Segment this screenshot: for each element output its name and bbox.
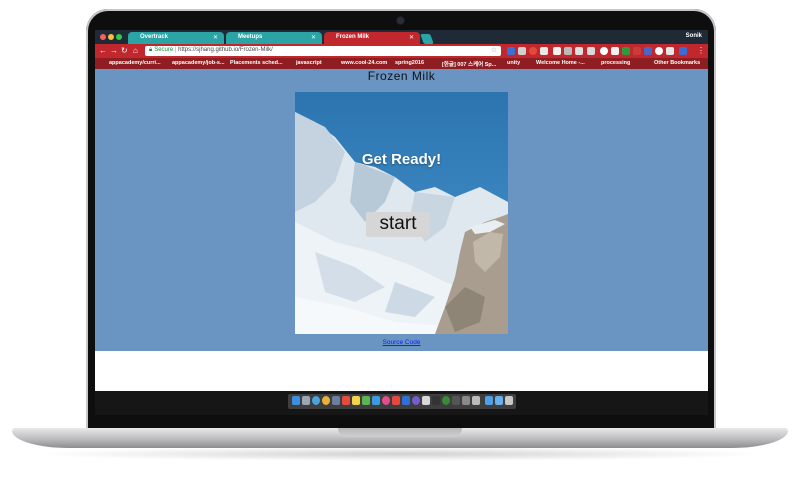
bookmark-item[interactable]: appacademy/job-s... xyxy=(172,60,225,66)
bookmark-folder[interactable]: unity xyxy=(507,60,520,66)
bookmark-star-icon[interactable]: ☆ xyxy=(491,46,497,54)
bookmark-folder[interactable]: javascript xyxy=(296,60,322,66)
trash-icon[interactable] xyxy=(505,396,513,405)
finder-icon[interactable] xyxy=(292,396,300,405)
extension-icon[interactable] xyxy=(655,47,663,55)
app-icon[interactable] xyxy=(442,396,450,405)
bookmark-item[interactable]: appacademy/curri... xyxy=(109,60,161,66)
screenshot-stage: Overtrack ✕ Meetups ✕ Frozen Milk ✕ Soni… xyxy=(0,0,800,484)
minimize-window-icon[interactable] xyxy=(108,34,114,40)
menu-icon[interactable]: ⋮ xyxy=(697,46,705,55)
extension-icon[interactable] xyxy=(644,47,652,55)
laptop-screen: Overtrack ✕ Meetups ✕ Frozen Milk ✕ Soni… xyxy=(95,30,708,415)
app-icon[interactable] xyxy=(412,396,420,405)
tab-label: Overtrack xyxy=(140,34,169,40)
extension-icon[interactable] xyxy=(622,47,630,55)
chrome-icon[interactable] xyxy=(322,396,330,405)
browser-toolbar: ← → ↻ ⌂ 🔒︎ Secure | https://sjhang.github… xyxy=(95,44,708,58)
notes-icon[interactable] xyxy=(352,396,360,405)
maximize-window-icon[interactable] xyxy=(116,34,122,40)
dock xyxy=(288,394,516,409)
secure-label: Secure xyxy=(154,47,174,53)
home-icon[interactable]: ⌂ xyxy=(133,46,138,55)
game-canvas[interactable]: Get Ready! start xyxy=(295,92,508,334)
app-icon[interactable] xyxy=(332,396,340,405)
app-icon[interactable] xyxy=(392,396,400,405)
lock-icon: 🔒︎ xyxy=(149,47,153,53)
extension-icon[interactable] xyxy=(679,47,687,55)
profile-name[interactable]: Sonik xyxy=(686,33,702,39)
safari-icon[interactable] xyxy=(312,396,320,405)
app-icon[interactable] xyxy=(462,396,470,405)
page-body: Frozen Milk Get Ready! start Source Code xyxy=(95,69,708,351)
extension-icon[interactable] xyxy=(518,47,526,55)
close-tab-icon[interactable]: ✕ xyxy=(213,34,218,41)
tab-label: Frozen Milk xyxy=(336,34,370,40)
messages-icon[interactable] xyxy=(362,396,370,405)
extension-icon[interactable] xyxy=(575,47,583,55)
browser-tabbar: Overtrack ✕ Meetups ✕ Frozen Milk ✕ Soni… xyxy=(95,30,708,44)
reload-icon[interactable]: ↻ xyxy=(121,46,128,55)
extension-icon[interactable] xyxy=(564,47,572,55)
photos-icon[interactable] xyxy=(382,396,390,405)
app-icon[interactable] xyxy=(372,396,380,405)
bookmark-item[interactable]: [한글] 007 스케어 Sp... xyxy=(442,60,496,68)
bookmark-item[interactable]: Welcome Home -... xyxy=(536,60,585,66)
extension-icon[interactable] xyxy=(507,47,515,55)
close-tab-icon[interactable]: ✕ xyxy=(311,34,316,41)
extension-icon[interactable] xyxy=(553,47,561,55)
extension-icon[interactable] xyxy=(529,47,537,55)
address-bar[interactable]: 🔒︎ Secure | https://sjhang.github.io/Froz… xyxy=(145,46,501,56)
app-icon[interactable] xyxy=(402,396,410,405)
extension-icon[interactable] xyxy=(587,47,595,55)
bookmark-item[interactable]: Placements sched... xyxy=(230,60,283,66)
app-icon[interactable] xyxy=(452,396,460,405)
laptop-shadow xyxy=(30,447,770,461)
close-tab-icon[interactable]: ✕ xyxy=(409,34,414,41)
tab-label: Meetups xyxy=(238,34,263,40)
extension-icon[interactable] xyxy=(633,47,641,55)
downloads-icon[interactable] xyxy=(495,396,503,405)
tab-overtrack[interactable]: Overtrack ✕ xyxy=(128,32,224,44)
dock-area xyxy=(95,391,708,415)
extension-icon[interactable] xyxy=(540,47,548,55)
other-bookmarks[interactable]: Other Bookmarks xyxy=(654,60,700,66)
bookmark-folder[interactable]: processing xyxy=(601,60,630,66)
back-icon[interactable]: ← xyxy=(99,46,107,55)
bookmarks-bar: appacademy/curri... appacademy/job-s... … xyxy=(95,58,708,69)
start-button[interactable]: start xyxy=(366,212,430,237)
bookmark-folder[interactable]: spring2016 xyxy=(395,60,424,66)
extension-icon[interactable] xyxy=(600,47,608,55)
app-icon[interactable] xyxy=(472,396,480,405)
bookmark-item[interactable]: www.cool-24.com xyxy=(341,60,387,66)
url-text: https://sjhang.github.io/Frozen-Milk/ xyxy=(178,47,273,53)
calendar-icon[interactable] xyxy=(342,396,350,405)
extension-icon[interactable] xyxy=(666,47,674,55)
laptop-notch xyxy=(338,428,462,437)
page-title: Frozen Milk xyxy=(367,69,436,83)
game-heading: Get Ready! xyxy=(361,151,442,168)
app-icon[interactable] xyxy=(422,396,430,405)
page-footer-area xyxy=(95,351,708,391)
close-window-icon[interactable] xyxy=(100,34,106,40)
terminal-icon[interactable] xyxy=(432,396,440,405)
camera-icon xyxy=(397,17,404,24)
forward-icon[interactable]: → xyxy=(110,46,118,55)
source-code-link[interactable]: Source Code xyxy=(95,339,708,346)
new-tab-button[interactable] xyxy=(420,34,434,44)
extension-icon[interactable] xyxy=(611,47,619,55)
tab-meetups[interactable]: Meetups ✕ xyxy=(226,32,322,44)
tab-frozen-milk[interactable]: Frozen Milk ✕ xyxy=(324,32,420,44)
launchpad-icon[interactable] xyxy=(302,396,310,405)
folder-icon[interactable] xyxy=(485,396,493,405)
